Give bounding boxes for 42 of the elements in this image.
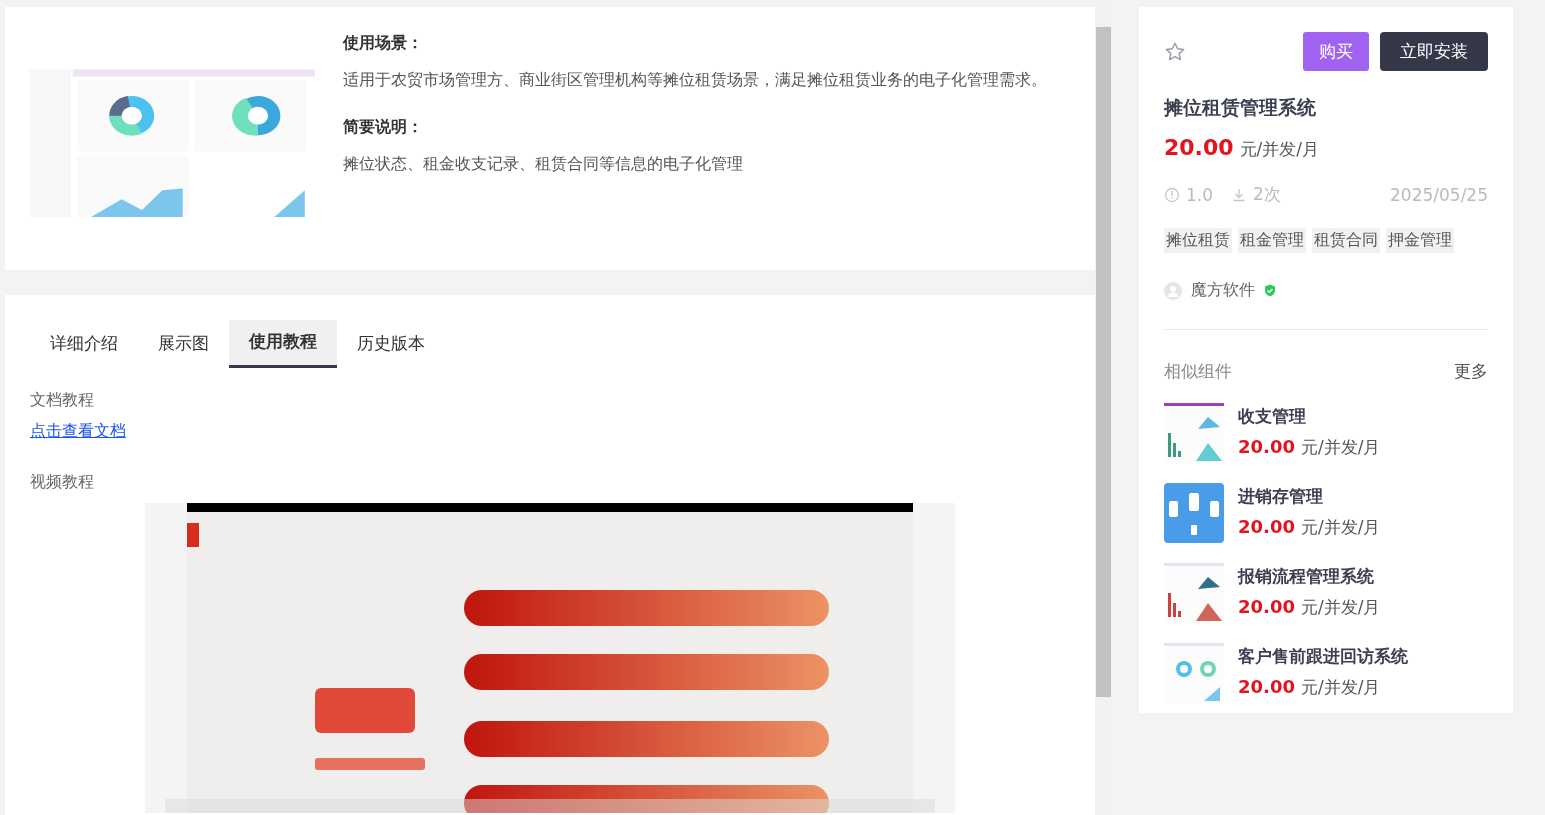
download-count: 2次 xyxy=(1253,183,1281,206)
install-button[interactable]: 立即安装 xyxy=(1380,32,1488,71)
tag[interactable]: 租金管理 xyxy=(1238,228,1306,253)
version: 1.0 xyxy=(1186,184,1214,205)
tag[interactable]: 租赁合同 xyxy=(1312,228,1380,253)
section-heading: 使用场景： xyxy=(343,33,424,54)
tab[interactable]: 展示图 xyxy=(138,320,229,368)
price: 20.00 xyxy=(1164,135,1234,160)
price-unit: 元/并发/月 xyxy=(1300,596,1381,619)
info-icon xyxy=(1164,186,1180,203)
component-name[interactable]: 进销存管理 xyxy=(1238,485,1381,508)
release-date: 2025/05/25 xyxy=(1390,184,1488,205)
price: 20.00 xyxy=(1238,516,1295,537)
vendor-name[interactable]: 魔方软件 xyxy=(1191,280,1255,301)
price: 20.00 xyxy=(1238,676,1295,697)
component-name[interactable]: 收支管理 xyxy=(1238,405,1381,428)
star-icon[interactable] xyxy=(1164,40,1186,63)
doc-link[interactable]: 点击查看文档 xyxy=(30,421,126,442)
component-name[interactable]: 报销流程管理系统 xyxy=(1238,565,1381,588)
tag[interactable]: 押金管理 xyxy=(1386,228,1454,253)
product-name: 摊位租赁管理系统 xyxy=(1164,95,1317,120)
price-unit: 元/并发/月 xyxy=(1300,676,1381,699)
tab[interactable]: 详细介绍 xyxy=(30,320,138,368)
price-unit: 元/并发/月 xyxy=(1239,138,1320,161)
section-heading: 简要说明： xyxy=(343,117,424,138)
tab[interactable]: 使用教程 xyxy=(229,320,337,368)
video-heading: 视频教程 xyxy=(30,472,95,493)
doc-heading: 文档教程 xyxy=(30,390,95,411)
section-title: 相似组件 xyxy=(1164,360,1232,383)
component-name[interactable]: 客户售前跟进回访系统 xyxy=(1238,645,1408,668)
tab[interactable]: 历史版本 xyxy=(337,320,445,368)
section-text: 摊位状态、租金收支记录、租赁合同等信息的电子化管理 xyxy=(343,153,744,175)
price-unit: 元/并发/月 xyxy=(1300,436,1381,459)
buy-button[interactable]: 购买 xyxy=(1303,32,1369,71)
more-link[interactable]: 更多 xyxy=(1454,360,1488,383)
section-text: 适用于农贸市场管理方、商业街区管理机构等摊位租赁场景，满足摊位租赁业务的电子化管理需求。 xyxy=(343,69,1048,91)
download-icon xyxy=(1231,186,1248,203)
avatar-icon xyxy=(1164,281,1182,300)
tag[interactable]: 摊位租赁 xyxy=(1164,228,1232,253)
price: 20.00 xyxy=(1238,436,1295,457)
price-unit: 元/并发/月 xyxy=(1300,516,1381,539)
price: 20.00 xyxy=(1238,596,1295,617)
